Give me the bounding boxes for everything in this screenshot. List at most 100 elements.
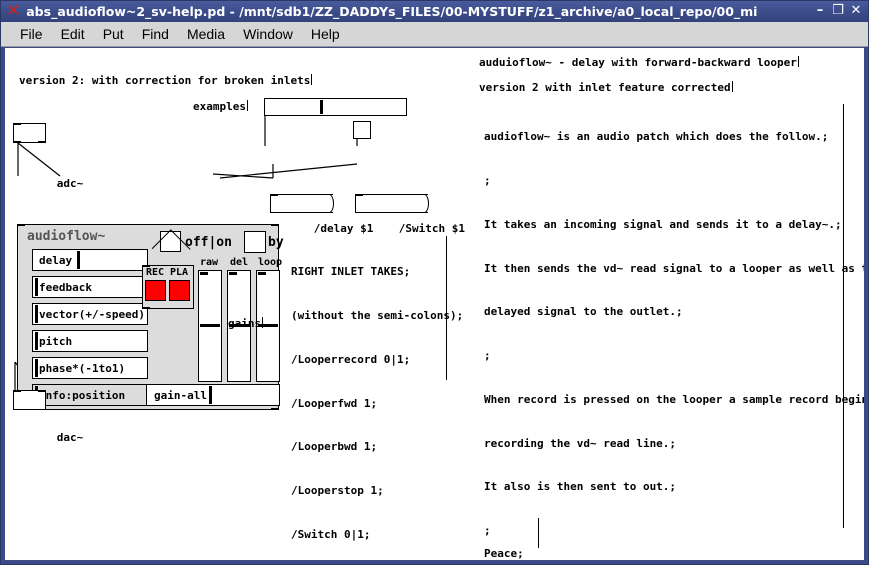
doc-signoff-line: Peace; [484,547,524,560]
slider-gain-raw-cap [200,272,208,275]
abstraction-inlet-left[interactable] [18,224,25,226]
doc-body-line: ; [484,349,491,363]
menu-help[interactable]: Help [302,24,349,44]
transport-panel-outlet [143,307,150,309]
menu-media[interactable]: Media [178,24,234,44]
window-maximize-button[interactable]: ❐ [829,0,847,22]
comment-examples: examples [193,100,248,113]
audioflow-abstraction-panel[interactable]: audioflow~ off|on by delay feedback vect… [17,224,284,410]
inlet-help-line: (without the semi-colons); [291,308,464,322]
slider-gain-del-cap [229,272,237,275]
menu-edit[interactable]: Edit [52,24,94,44]
gain-raw-label: raw [200,257,219,268]
inlet-help-line: /Looperrecord 0|1; [291,352,411,366]
message-switch-inlet[interactable] [356,194,363,196]
abstraction-inlet-right[interactable] [271,224,278,226]
gain-loop-label: loop [258,257,283,268]
message-switch[interactable]: /Switch $1 [355,194,465,235]
inlet-help-line: /Switch 0|1; [291,527,371,541]
inlet-help-comment: RIGHT INLET TAKES; (without the semi-col… [291,236,463,560]
menu-put[interactable]: Put [94,24,133,44]
title-bar: ✕ abs_audioflow~2_sv-help.pd - /mnt/sdb1… [0,0,869,22]
doc-body-line: ; [484,173,491,187]
slider-gain-loop-cap [258,272,266,275]
onoff-label: off|on [185,235,232,250]
window-close-button[interactable]: ✕ [847,0,865,22]
slider-delay-knob[interactable] [77,251,80,269]
play-label: PLA [170,267,189,278]
window-close-icon[interactable]: ✕ [6,2,20,20]
slider-gain-raw-knob[interactable] [200,324,220,327]
doc-body-line: It takes an incoming signal and sends it… [484,217,842,231]
switch-bang[interactable] [353,121,371,139]
examples-hslider[interactable] [264,98,407,116]
slider-gain-all[interactable] [146,384,280,406]
object-dac[interactable]: dac~ [13,390,83,444]
object-dac-label: dac~ [56,431,84,444]
pd-patch-window: ✕ abs_audioflow~2_sv-help.pd - /mnt/sdb1… [0,0,869,565]
slider-info-position [32,384,148,406]
slider-pitch-knob[interactable] [35,332,38,350]
message-delay-inlet[interactable] [271,194,278,196]
object-adc[interactable]: adc~ [13,123,83,190]
abstraction-title: audioflow~ [27,229,106,244]
slider-gain-loop[interactable] [256,270,280,382]
slider-gain-del[interactable] [227,270,251,382]
window-title: abs_audioflow~2_sv-help.pd - /mnt/sdb1/Z… [26,3,758,19]
dac-inlet-right[interactable] [38,390,45,392]
doc-body-rule [843,104,844,528]
comment-version-note-text: version 2: with correction for broken in… [19,74,311,87]
doc-signoff: Peace; - svanya; [484,518,544,560]
message-switch-label: /Switch $1 [398,222,465,235]
inlet-help-rule [446,236,447,380]
record-toggle[interactable] [145,280,166,301]
slider-delay[interactable] [32,249,148,271]
menu-window[interactable]: Window [234,24,302,44]
doc-signoff-rule [538,518,539,548]
doc-body: audioflow~ is an audio patch which does … [484,101,864,560]
menu-find[interactable]: Find [133,24,178,44]
doc-body-line: delayed signal to the outlet.; [484,305,683,319]
doc-subheading-text: version 2 with inlet feature corrected [479,81,731,94]
abstraction-outlet-right[interactable] [271,408,278,410]
onoff-number-box[interactable] [244,231,266,253]
slider-vector-knob[interactable] [35,305,38,323]
message-delay[interactable]: /delay $1 [270,194,373,235]
slider-feedback-knob[interactable] [35,278,38,296]
object-adc-label: adc~ [56,177,84,190]
slider-pitch[interactable] [32,330,148,352]
patch-canvas[interactable]: version 2: with correction for broken in… [5,48,864,560]
examples-hslider-knob[interactable] [320,100,323,114]
doc-body-line: It also is then sent to out.; [484,480,677,494]
doc-body-line: recording the vd~ read line.; [484,436,677,450]
slider-gain-del-knob[interactable] [229,324,249,327]
doc-heading: auduioflow~ - delay with forward-backwar… [479,56,799,71]
slider-phase-knob[interactable] [35,359,38,377]
doc-body-line: When record is pressed on the looper a s… [484,392,864,406]
dac-inlet-left[interactable] [14,390,21,392]
doc-subheading: version 2 with inlet feature corrected [479,81,733,96]
adc-inlet[interactable] [14,123,21,125]
comment-version-note: version 2: with correction for broken in… [19,74,313,87]
slider-gain-all-knob[interactable] [209,386,212,404]
menu-file[interactable]: File [11,24,52,44]
inlet-help-line: /Looperfwd 1; [291,396,378,410]
doc-body-line: It then sends the vd~ read signal to a l… [484,261,864,275]
doc-body-line: audioflow~ is an audio patch which does … [484,130,829,144]
menu-bar: File Edit Put Find Media Window Help [1,22,868,47]
doc-heading-text: auduioflow~ - delay with forward-backwar… [479,56,797,69]
slider-phase[interactable] [32,357,148,379]
slider-feedback[interactable] [32,276,148,298]
slider-gain-loop-knob[interactable] [258,324,278,327]
gain-del-label: del [230,257,249,268]
slider-gain-raw[interactable] [198,270,222,382]
onoff-toggle[interactable] [160,231,181,252]
adc-outlet-right[interactable] [38,141,45,143]
window-minimize-button[interactable]: – [811,0,829,22]
inlet-help-line: RIGHT INLET TAKES; [291,265,411,279]
adc-outlet-left[interactable] [14,141,21,143]
rec-label: REC [146,267,165,278]
play-toggle[interactable] [169,280,190,301]
inlet-help-line: /Looperbwd 1; [291,440,378,454]
slider-vector[interactable] [32,303,148,325]
